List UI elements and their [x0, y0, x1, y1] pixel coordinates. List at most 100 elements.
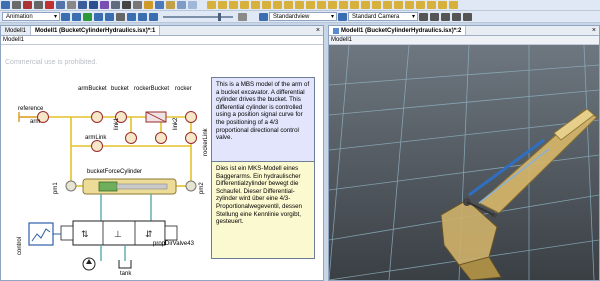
- pan-view-icon[interactable]: [430, 12, 439, 21]
- rockerLink-label: rockerLink: [203, 128, 209, 156]
- view-axes-icon[interactable]: [394, 1, 403, 9]
- camera-icon[interactable]: [338, 12, 347, 21]
- close-3d-icon[interactable]: ×: [592, 26, 596, 35]
- record-icon[interactable]: [45, 1, 54, 9]
- camera-dropdown[interactable]: Standard Camera: [348, 12, 418, 21]
- mode-dropdown[interactable]: Animation: [2, 12, 60, 21]
- view-home-icon[interactable]: [350, 1, 359, 9]
- grid-icon[interactable]: [155, 1, 164, 9]
- view-dropdown[interactable]: Standardview: [269, 12, 337, 21]
- main-toolbar: [0, 0, 600, 11]
- model-path: Modell1: [1, 36, 323, 45]
- armBucket-joint: [91, 111, 103, 123]
- rocker-joint: [185, 111, 197, 123]
- view-pan-icon[interactable]: [317, 1, 326, 9]
- cube-icon[interactable]: [166, 1, 175, 9]
- pointer-icon[interactable]: [12, 1, 21, 9]
- rockerLink-joint: [185, 132, 197, 144]
- pause-icon[interactable]: [116, 12, 125, 21]
- bucket-label: bucket: [111, 86, 129, 92]
- list-icon[interactable]: [89, 1, 98, 9]
- rockerBucket-label: rockerBucket: [134, 86, 170, 92]
- view-trace-icon[interactable]: [427, 1, 436, 9]
- perspective-icon[interactable]: [259, 12, 268, 21]
- stop-icon[interactable]: [23, 1, 32, 9]
- view-floor-icon[interactable]: [416, 1, 425, 9]
- dash-icon[interactable]: [67, 1, 76, 9]
- 3d-scene[interactable]: [329, 45, 599, 280]
- tab-model1[interactable]: Modell1: [1, 26, 32, 35]
- record-animation-icon[interactable]: [138, 12, 147, 21]
- align-icon[interactable]: [78, 1, 87, 9]
- rocker-label: rocker: [175, 86, 192, 92]
- last-frame-icon[interactable]: [105, 12, 114, 21]
- view-shade-icon[interactable]: [372, 1, 381, 9]
- tank-symbol: [118, 260, 132, 269]
- view-grid-icon[interactable]: [405, 1, 414, 9]
- tab-diagram[interactable]: Modell1 (BucketCylinderHydraulics.isx)*:…: [31, 26, 161, 35]
- view-back-icon[interactable]: [218, 1, 227, 9]
- 3d-tabbar: Modell1 (BucketCylinderHydraulics.isx)*:…: [329, 26, 599, 36]
- select-icon[interactable]: [1, 1, 10, 9]
- link2-joint: [155, 132, 167, 144]
- tab-3d-view[interactable]: Modell1 (BucketCylinderHydraulics.isx)*:…: [329, 26, 467, 35]
- cylinder-piston: [98, 181, 118, 192]
- view-rotate-icon[interactable]: [328, 1, 337, 9]
- 3d-tab-icon: [333, 27, 339, 34]
- slider-thumb[interactable]: [218, 12, 221, 21]
- tank-label: tank: [120, 271, 132, 277]
- view-zoom-icon[interactable]: [306, 1, 315, 9]
- view-iso2-icon[interactable]: [284, 1, 293, 9]
- cylinder-rod: [116, 183, 168, 190]
- animation-time-slider[interactable]: [163, 12, 233, 21]
- fill-icon[interactable]: [111, 1, 120, 9]
- german-description: Dies ist ein MKS-Modell eines Baggerarms…: [211, 161, 315, 259]
- pm2-label: pm2: [199, 182, 205, 194]
- text-icon[interactable]: [122, 1, 131, 9]
- pm1-label: pm1: [53, 182, 59, 194]
- propDirValve43-label: propDirValve43: [153, 241, 194, 247]
- control-label: control: [17, 236, 23, 255]
- view-light-icon[interactable]: [361, 1, 370, 9]
- fit-view-icon[interactable]: [463, 12, 472, 21]
- prev-frame-icon[interactable]: [72, 12, 81, 21]
- reference-label: reference: [18, 106, 44, 112]
- view-wire-icon[interactable]: [383, 1, 392, 9]
- armLink-joint: [91, 140, 103, 152]
- view-fit-icon[interactable]: [295, 1, 304, 9]
- view-top-icon[interactable]: [251, 1, 260, 9]
- zoom-in-icon[interactable]: [441, 12, 450, 21]
- view-export-icon[interactable]: [449, 1, 458, 9]
- font-icon[interactable]: [133, 1, 142, 9]
- play-icon[interactable]: [83, 12, 92, 21]
- window-icon[interactable]: [177, 1, 186, 9]
- pen-icon[interactable]: [100, 1, 109, 9]
- layout-icon[interactable]: [188, 1, 197, 9]
- first-frame-icon[interactable]: [61, 12, 70, 21]
- pm2-element: [185, 180, 197, 192]
- rotate-view-icon[interactable]: [419, 12, 428, 21]
- view-iso-icon[interactable]: [273, 1, 282, 9]
- view-bottom-icon[interactable]: [262, 1, 271, 9]
- square-icon[interactable]: [56, 1, 65, 9]
- speed-icon[interactable]: [149, 12, 158, 21]
- view-camera-icon[interactable]: [438, 1, 447, 9]
- loop-icon[interactable]: [127, 12, 136, 21]
- view-front-icon[interactable]: [207, 1, 216, 9]
- pm1-element: [65, 180, 77, 192]
- view-reset-icon[interactable]: [339, 1, 348, 9]
- zoom-out-icon[interactable]: [452, 12, 461, 21]
- svg-text:⇅: ⇅: [81, 229, 89, 239]
- bucketForceCylinder-label: bucketForceCylinder: [87, 169, 143, 175]
- view-right-icon[interactable]: [240, 1, 249, 9]
- line-icon[interactable]: [34, 1, 43, 9]
- close-icon[interactable]: ×: [316, 26, 320, 35]
- view-left-icon[interactable]: [229, 1, 238, 9]
- chart-icon[interactable]: [144, 1, 153, 9]
- diagram-window: Modell1 Modell1 (BucketCylinderHydraulic…: [0, 25, 324, 281]
- arm-label: arm: [30, 119, 41, 125]
- diagram-tabbar: Modell1 Modell1 (BucketCylinderHydraulic…: [1, 26, 323, 36]
- armBucket-label: armBucket: [78, 86, 107, 92]
- slider-end-icon[interactable]: [238, 12, 247, 21]
- next-frame-icon[interactable]: [94, 12, 103, 21]
